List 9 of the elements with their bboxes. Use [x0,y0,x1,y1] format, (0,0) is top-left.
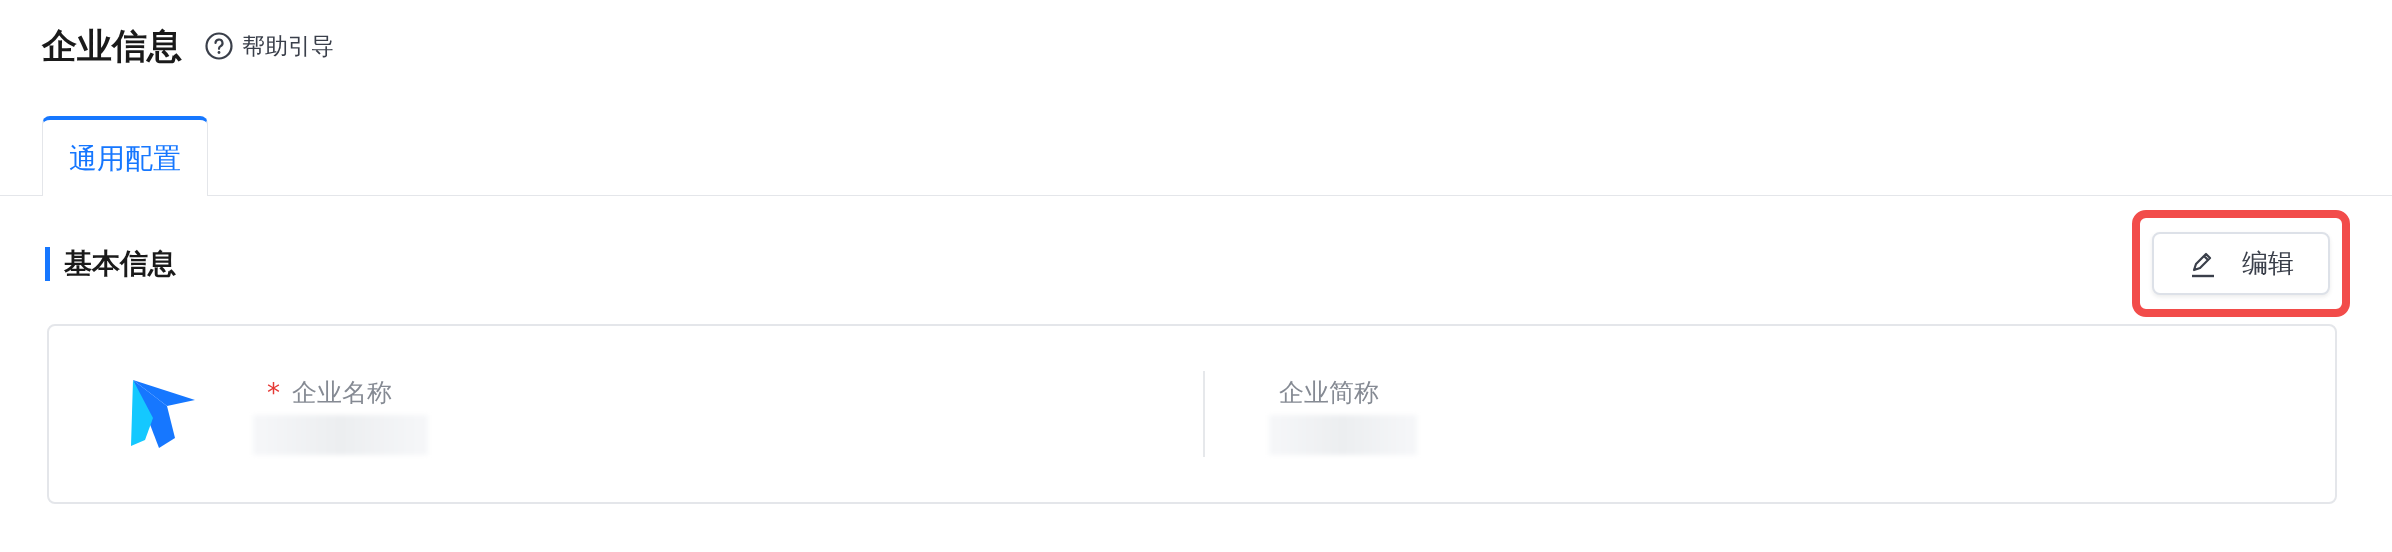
section-title: 基本信息 [45,246,176,281]
tab[interactable]: 通用配置 [42,116,208,196]
help-icon [204,31,234,61]
help-link[interactable]: 帮助引导 [204,30,334,62]
edit-button[interactable]: 编辑 [2152,232,2330,295]
field-label: 企业名称 [292,377,392,409]
page-title: 企业信息 [42,24,182,68]
field-label: 企业简称 [1279,377,1379,409]
required-mark: * [267,377,280,408]
